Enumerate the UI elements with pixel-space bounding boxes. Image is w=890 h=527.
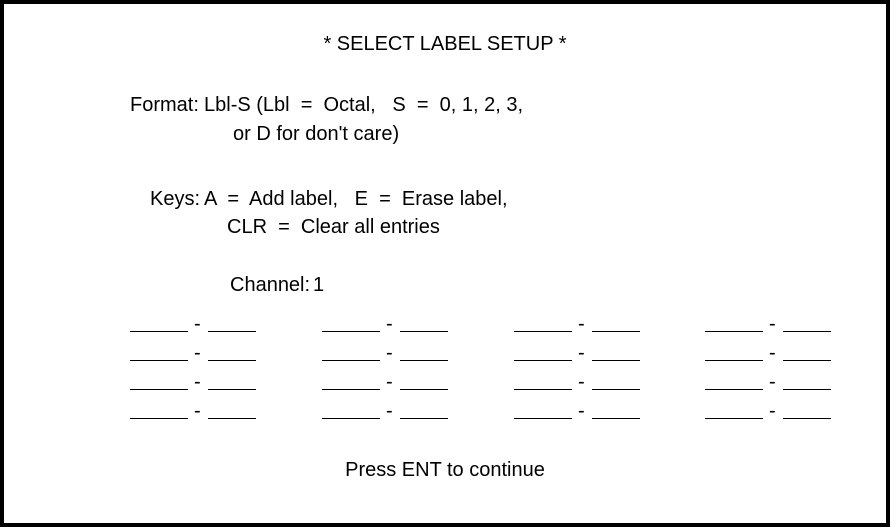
sdi-blank[interactable] xyxy=(400,360,448,361)
label-entry-slot[interactable]: - xyxy=(130,370,256,394)
entry-separator: - xyxy=(578,313,585,335)
label-blank[interactable] xyxy=(514,331,572,332)
entry-separator: - xyxy=(194,400,201,422)
label-blank[interactable] xyxy=(514,360,572,361)
entry-separator: - xyxy=(386,342,393,364)
label-entry-slot[interactable]: - xyxy=(705,341,831,365)
label-blank[interactable] xyxy=(130,360,188,361)
label-blank[interactable] xyxy=(322,418,380,419)
format-line-1: Lbl-S (Lbl = Octal, S = 0, 1, 2, 3, xyxy=(204,94,524,116)
keys-line-1: A = Add label, E = Erase label, xyxy=(204,188,508,210)
label-blank[interactable] xyxy=(514,418,572,419)
label-blank[interactable] xyxy=(705,418,763,419)
entry-separator: - xyxy=(769,371,776,393)
footer-prompt: Press ENT to continue xyxy=(345,459,545,481)
sdi-blank[interactable] xyxy=(208,389,256,390)
label-entry-slot[interactable]: - xyxy=(130,312,256,336)
format-line-2: or D for don't care) xyxy=(233,123,400,145)
sdi-blank[interactable] xyxy=(592,389,640,390)
entry-separator: - xyxy=(769,313,776,335)
sdi-blank[interactable] xyxy=(400,331,448,332)
label-entry-slot[interactable]: - xyxy=(322,341,448,365)
sdi-blank[interactable] xyxy=(208,331,256,332)
entry-separator: - xyxy=(769,400,776,422)
label-blank[interactable] xyxy=(705,331,763,332)
sdi-blank[interactable] xyxy=(592,418,640,419)
sdi-blank[interactable] xyxy=(208,360,256,361)
label-blank[interactable] xyxy=(322,389,380,390)
format-label: Format: xyxy=(130,94,199,116)
label-entry-slot[interactable]: - xyxy=(514,341,640,365)
label-entry-slot[interactable]: - xyxy=(130,399,256,423)
label-entry-slot[interactable]: - xyxy=(322,312,448,336)
entry-separator: - xyxy=(769,342,776,364)
label-blank[interactable] xyxy=(514,389,572,390)
screen-title: * SELECT LABEL SETUP * xyxy=(323,33,567,55)
label-entry-slot[interactable]: - xyxy=(705,399,831,423)
label-blank[interactable] xyxy=(130,418,188,419)
sdi-blank[interactable] xyxy=(400,418,448,419)
channel-label: Channel: xyxy=(230,274,311,296)
entry-separator: - xyxy=(194,371,201,393)
sdi-blank[interactable] xyxy=(783,360,831,361)
entry-separator: - xyxy=(578,400,585,422)
entry-separator: - xyxy=(386,371,393,393)
label-entry-slot[interactable]: - xyxy=(130,341,256,365)
label-entry-slot[interactable]: - xyxy=(705,370,831,394)
sdi-blank[interactable] xyxy=(400,389,448,390)
sdi-blank[interactable] xyxy=(783,418,831,419)
keys-label: Keys: xyxy=(150,188,201,210)
entry-separator: - xyxy=(194,313,201,335)
sdi-blank[interactable] xyxy=(783,331,831,332)
sdi-blank[interactable] xyxy=(592,360,640,361)
entry-separator: - xyxy=(386,400,393,422)
label-blank[interactable] xyxy=(322,331,380,332)
label-entry-slot[interactable]: - xyxy=(514,399,640,423)
label-entry-slot[interactable]: - xyxy=(514,312,640,336)
label-setup-screen: * SELECT LABEL SETUP * Format: Lbl-S (Lb… xyxy=(0,0,890,527)
label-entry-slot[interactable]: - xyxy=(322,399,448,423)
channel-value: 1 xyxy=(313,274,325,296)
label-blank[interactable] xyxy=(130,389,188,390)
sdi-blank[interactable] xyxy=(592,331,640,332)
entry-separator: - xyxy=(578,342,585,364)
label-entry-slot[interactable]: - xyxy=(705,312,831,336)
sdi-blank[interactable] xyxy=(208,418,256,419)
keys-line-2: CLR = Clear all entries xyxy=(227,216,440,238)
label-blank[interactable] xyxy=(130,331,188,332)
entry-separator: - xyxy=(386,313,393,335)
label-blank[interactable] xyxy=(705,389,763,390)
label-entry-slot[interactable]: - xyxy=(322,370,448,394)
label-entry-slot[interactable]: - xyxy=(514,370,640,394)
label-blank[interactable] xyxy=(705,360,763,361)
entry-separator: - xyxy=(578,371,585,393)
entry-separator: - xyxy=(194,342,201,364)
sdi-blank[interactable] xyxy=(783,389,831,390)
label-blank[interactable] xyxy=(322,360,380,361)
